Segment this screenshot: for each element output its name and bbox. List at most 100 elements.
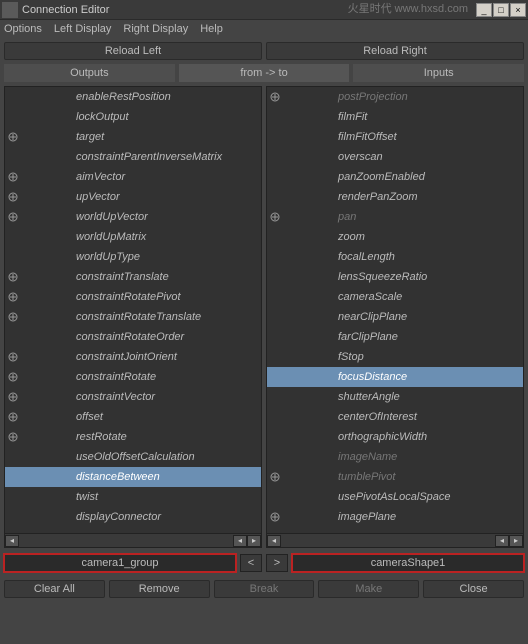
- list-item[interactable]: renderPanZoom: [267, 187, 523, 207]
- scroll-right-icon[interactable]: ▸: [247, 535, 261, 547]
- list-item[interactable]: usePivotAsLocalSpace: [267, 487, 523, 507]
- list-item[interactable]: offset: [5, 407, 261, 427]
- list-item[interactable]: worldUpMatrix: [5, 227, 261, 247]
- outputs-list[interactable]: enableRestPositionlockOutputtargetconstr…: [5, 87, 261, 533]
- expand-icon[interactable]: [6, 130, 20, 144]
- outputs-hscroll[interactable]: ◂ ◂ ▸: [5, 533, 261, 547]
- list-item[interactable]: worldUpType: [5, 247, 261, 267]
- list-item[interactable]: panZoomEnabled: [267, 167, 523, 187]
- list-item[interactable]: upVector: [5, 187, 261, 207]
- expand-icon[interactable]: [6, 430, 20, 444]
- make-button[interactable]: Make: [318, 580, 419, 598]
- close-window-button[interactable]: ×: [510, 3, 526, 17]
- expand-icon[interactable]: [6, 410, 20, 424]
- list-item[interactable]: focusDistance: [267, 367, 523, 387]
- list-item[interactable]: worldUpVector: [5, 207, 261, 227]
- list-item[interactable]: centerOfInterest: [267, 407, 523, 427]
- list-item[interactable]: pan: [267, 207, 523, 227]
- expand-icon: [6, 450, 20, 464]
- inputs-hscroll[interactable]: ◂ ◂ ▸: [267, 533, 523, 547]
- list-item[interactable]: focalLength: [267, 247, 523, 267]
- list-item[interactable]: imageName: [267, 447, 523, 467]
- reload-left-button[interactable]: Reload Left: [4, 42, 262, 60]
- outputs-panel: enableRestPositionlockOutputtargetconstr…: [4, 86, 262, 548]
- right-node-field[interactable]: cameraShape1: [292, 554, 524, 572]
- expand-icon: [268, 270, 282, 284]
- expand-icon[interactable]: [6, 210, 20, 224]
- list-item-label: constraintRotateTranslate: [20, 311, 261, 323]
- list-item[interactable]: constraintJointOrient: [5, 347, 261, 367]
- list-item[interactable]: constraintRotateOrder: [5, 327, 261, 347]
- list-item[interactable]: lockOutput: [5, 107, 261, 127]
- direction-right-button[interactable]: >: [266, 554, 288, 572]
- list-item[interactable]: filmFit: [267, 107, 523, 127]
- left-node-field[interactable]: camera1_group: [4, 554, 236, 572]
- list-item[interactable]: shutterAngle: [267, 387, 523, 407]
- list-item[interactable]: constraintParentInverseMatrix: [5, 147, 261, 167]
- expand-icon[interactable]: [6, 270, 20, 284]
- list-item[interactable]: twist: [5, 487, 261, 507]
- scroll-left-icon[interactable]: ◂: [233, 535, 247, 547]
- expand-icon: [268, 310, 282, 324]
- expand-icon[interactable]: [6, 290, 20, 304]
- break-button[interactable]: Break: [214, 580, 315, 598]
- list-item[interactable]: target: [5, 127, 261, 147]
- list-item[interactable]: imagePlane: [267, 507, 523, 527]
- close-button[interactable]: Close: [423, 580, 524, 598]
- expand-icon[interactable]: [268, 210, 282, 224]
- list-item[interactable]: tumblePivot: [267, 467, 523, 487]
- list-item[interactable]: constraintTranslate: [5, 267, 261, 287]
- list-item[interactable]: constraintRotate: [5, 367, 261, 387]
- expand-icon[interactable]: [6, 310, 20, 324]
- list-item-label: distanceBetween: [20, 471, 261, 483]
- expand-icon: [268, 430, 282, 444]
- list-item[interactable]: distanceBetween: [5, 467, 261, 487]
- inputs-list[interactable]: postProjectionfilmFitfilmFitOffsetoversc…: [267, 87, 523, 533]
- expand-icon[interactable]: [6, 190, 20, 204]
- list-item[interactable]: useOldOffsetCalculation: [5, 447, 261, 467]
- list-item[interactable]: enableRestPosition: [5, 87, 261, 107]
- expand-icon: [6, 230, 20, 244]
- reload-right-button[interactable]: Reload Right: [266, 42, 524, 60]
- menu-help[interactable]: Help: [200, 23, 223, 35]
- list-item[interactable]: lensSqueezeRatio: [267, 267, 523, 287]
- clear-all-button[interactable]: Clear All: [4, 580, 105, 598]
- list-item[interactable]: aimVector: [5, 167, 261, 187]
- list-item[interactable]: restRotate: [5, 427, 261, 447]
- expand-icon[interactable]: [268, 470, 282, 484]
- scroll-left-start-icon[interactable]: ◂: [5, 535, 19, 547]
- list-item[interactable]: cameraScale: [267, 287, 523, 307]
- expand-icon: [6, 490, 20, 504]
- remove-button[interactable]: Remove: [109, 580, 210, 598]
- expand-icon[interactable]: [268, 90, 282, 104]
- expand-icon[interactable]: [6, 350, 20, 364]
- menu-left-display[interactable]: Left Display: [54, 23, 111, 35]
- list-item[interactable]: constraintVector: [5, 387, 261, 407]
- menu-right-display[interactable]: Right Display: [123, 23, 188, 35]
- list-item[interactable]: postProjection: [267, 87, 523, 107]
- expand-icon[interactable]: [268, 510, 282, 524]
- expand-icon[interactable]: [6, 390, 20, 404]
- expand-icon: [268, 230, 282, 244]
- expand-icon: [268, 190, 282, 204]
- column-header-fromto[interactable]: from -> to: [179, 64, 350, 82]
- direction-left-button[interactable]: <: [240, 554, 262, 572]
- list-item[interactable]: zoom: [267, 227, 523, 247]
- minimize-button[interactable]: _: [476, 3, 492, 17]
- maximize-button[interactable]: □: [493, 3, 509, 17]
- scroll-right-icon[interactable]: ▸: [509, 535, 523, 547]
- list-item[interactable]: nearClipPlane: [267, 307, 523, 327]
- expand-icon[interactable]: [6, 370, 20, 384]
- list-item[interactable]: constraintRotateTranslate: [5, 307, 261, 327]
- list-item[interactable]: farClipPlane: [267, 327, 523, 347]
- list-item[interactable]: constraintRotatePivot: [5, 287, 261, 307]
- scroll-left-start-icon[interactable]: ◂: [267, 535, 281, 547]
- menu-options[interactable]: Options: [4, 23, 42, 35]
- list-item[interactable]: displayConnector: [5, 507, 261, 527]
- list-item[interactable]: filmFitOffset: [267, 127, 523, 147]
- expand-icon[interactable]: [6, 170, 20, 184]
- list-item[interactable]: fStop: [267, 347, 523, 367]
- list-item[interactable]: orthographicWidth: [267, 427, 523, 447]
- list-item[interactable]: overscan: [267, 147, 523, 167]
- scroll-left-icon[interactable]: ◂: [495, 535, 509, 547]
